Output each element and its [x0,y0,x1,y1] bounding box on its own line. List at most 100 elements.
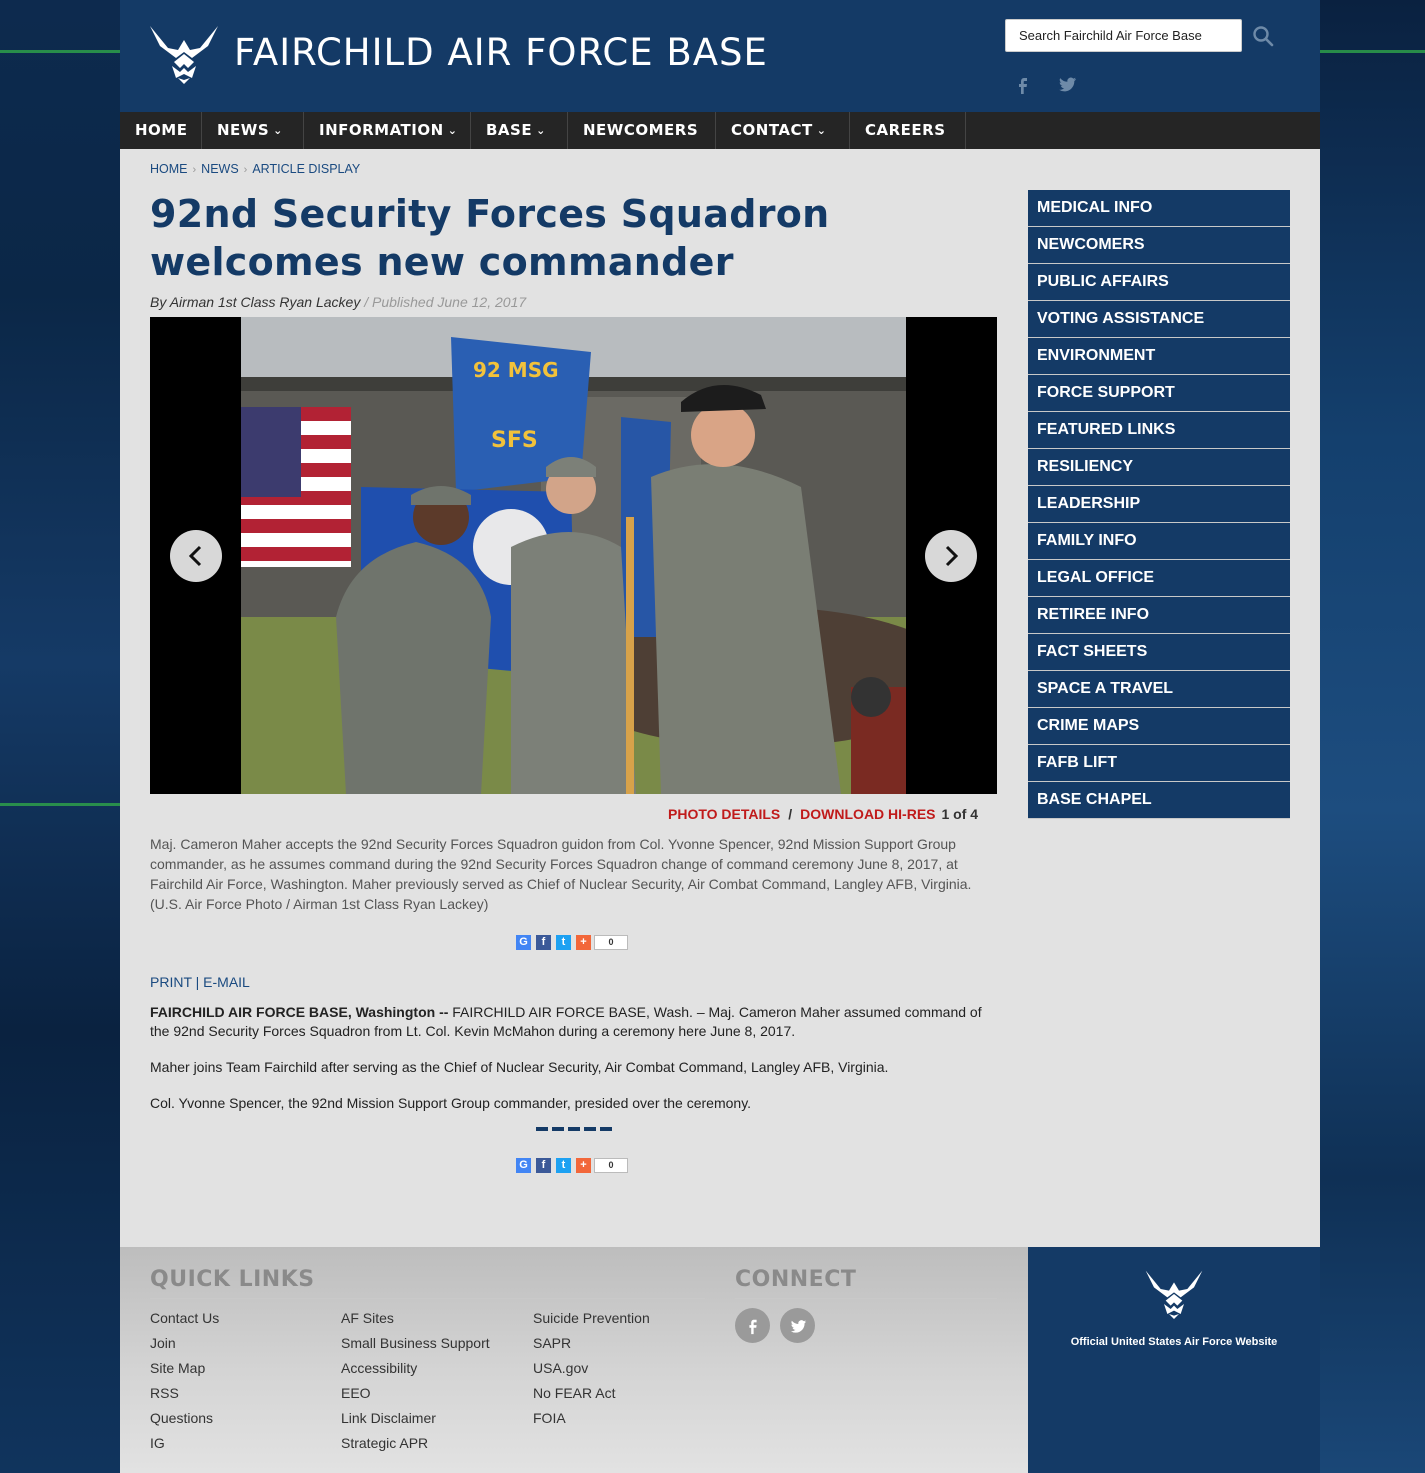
sidebar-item-crime-maps[interactable]: CRIME MAPS [1028,708,1290,745]
addthis-share-icon[interactable]: + [576,1157,591,1173]
background-stripe [0,803,120,806]
author: By Airman 1st Class Ryan Lackey [150,294,361,310]
nav-contact[interactable]: CONTACT ⌄ [716,112,850,149]
article-paragraph: Maher joins Team Fairchild after serving… [150,1059,889,1075]
carousel-prev-button[interactable] [170,530,222,582]
google-share-icon[interactable]: G [516,1157,531,1173]
sidebar-item-resiliency[interactable]: RESILIENCY [1028,449,1290,486]
email-link[interactable]: E-MAIL [203,974,250,990]
search-icon[interactable] [1252,25,1274,47]
nav-home[interactable]: HOME [120,112,202,149]
footer-link[interactable]: EEO [341,1384,490,1409]
footer-link[interactable]: FOIA [533,1409,650,1434]
footer-link[interactable]: Accessibility [341,1359,490,1384]
separator: / [788,806,793,822]
facebook-share-icon[interactable]: f [536,1157,551,1173]
share-bar: G f t + 0 [516,934,628,950]
sidebar-item-voting-assistance[interactable]: VOTING ASSISTANCE [1028,301,1290,338]
footer-link[interactable]: Questions [150,1409,219,1434]
twitter-share-icon[interactable]: t [556,1157,571,1173]
breadcrumb-current[interactable]: ARTICLE DISPLAY [252,162,360,176]
af-logo-icon[interactable] [1144,1267,1204,1321]
photo-caption: Maj. Cameron Maher accepts the 92nd Secu… [150,836,972,912]
photo-details-link[interactable]: PHOTO DETAILS [668,806,780,822]
sidebar-item-environment[interactable]: ENVIRONMENT [1028,338,1290,375]
nav-label: INFORMATION [319,121,444,139]
print-email-links: PRINT | E-MAIL [150,974,250,990]
footer-link[interactable]: Link Disclaimer [341,1409,490,1434]
article-end-divider [536,1127,616,1131]
sidebar-item-leadership[interactable]: LEADERSHIP [1028,486,1290,523]
quick-links-column: Contact Us Join Site Map RSS Questions I… [150,1309,219,1459]
nav-news[interactable]: NEWS ⌄ [202,112,304,149]
chevron-down-icon: ⌄ [536,124,546,137]
sidebar-item-medical-info[interactable]: MEDICAL INFO [1028,190,1290,227]
search-input[interactable]: Search Fairchild Air Force Base [1005,19,1242,52]
facebook-connect-button[interactable] [735,1308,770,1343]
footer-link[interactable]: IG [150,1434,219,1459]
footer-link[interactable]: Site Map [150,1359,219,1384]
photo-carousel: 92 MSG SFS [150,317,997,794]
footer-link[interactable]: USA.gov [533,1359,650,1384]
sidebar-item-public-affairs[interactable]: PUBLIC AFFAIRS [1028,264,1290,301]
breadcrumb-home[interactable]: HOME [150,162,188,176]
chevron-down-icon: ⌄ [447,124,458,137]
site-title[interactable]: FAIRCHILD AIR FORCE BASE [234,31,768,74]
nav-newcomers[interactable]: NEWCOMERS [568,112,716,149]
footer-link[interactable]: No FEAR Act [533,1384,650,1409]
footer-link[interactable]: Contact Us [150,1309,219,1334]
nav-base[interactable]: BASE ⌄ [471,112,568,149]
sidebar-item-retiree-info[interactable]: RETIREE INFO [1028,597,1290,634]
download-hires-link[interactable]: DOWNLOAD HI-RES [800,806,935,822]
carousel-next-button[interactable] [925,530,977,582]
chevron-down-icon: ⌄ [816,124,827,137]
nav-label: CAREERS [865,121,946,139]
sidebar-item-newcomers[interactable]: NEWCOMERS [1028,227,1290,264]
sidebar-item-fact-sheets[interactable]: FACT SHEETS [1028,634,1290,671]
sidebar-nav: MEDICAL INFO NEWCOMERS PUBLIC AFFAIRS VO… [1028,190,1290,819]
facebook-icon[interactable] [1013,74,1033,94]
quick-links-heading: QUICK LINKS [150,1267,315,1292]
breadcrumb-separator: › [243,164,248,176]
footer-link[interactable]: RSS [150,1384,219,1409]
dateline: FAIRCHILD AIR FORCE BASE, Washington -- [150,1004,449,1020]
print-link[interactable]: PRINT [150,974,192,990]
article-title: 92nd Security Forces Squadron welcomes n… [150,192,830,284]
af-logo-icon[interactable] [148,22,220,86]
breadcrumb-separator: › [192,164,197,176]
nav-label: CONTACT [731,121,813,139]
sidebar-item-fafb-lift[interactable]: FAFB LIFT [1028,745,1290,782]
twitter-icon[interactable] [1057,74,1077,94]
footer-link[interactable]: AF Sites [341,1309,490,1334]
nav-information[interactable]: INFORMATION ⌄ [304,112,471,149]
article-photo[interactable]: 92 MSG SFS [241,317,906,794]
background-left [0,0,120,1473]
article-paragraph: Col. Yvonne Spencer, the 92nd Mission Su… [150,1095,752,1111]
footer-link[interactable]: SAPR [533,1334,650,1359]
article-paragraph: FAIRCHILD AIR FORCE BASE, Washington -- … [150,1003,997,1041]
official-af-website-link[interactable]: Official United States Air Force Website [1028,1336,1320,1348]
chevron-left-icon [188,545,202,567]
sidebar-item-featured-links[interactable]: FEATURED LINKS [1028,412,1290,449]
sidebar-item-base-chapel[interactable]: BASE CHAPEL [1028,782,1290,819]
sidebar-item-space-a-travel[interactable]: SPACE A TRAVEL [1028,671,1290,708]
footer-link[interactable]: Suicide Prevention [533,1309,650,1334]
sidebar-item-legal-office[interactable]: LEGAL OFFICE [1028,560,1290,597]
facebook-icon [748,1319,757,1334]
sidebar-item-family-info[interactable]: FAMILY INFO [1028,523,1290,560]
google-share-icon[interactable]: G [516,934,531,950]
twitter-connect-button[interactable] [780,1308,815,1343]
photo-actions: PHOTO DETAILS / DOWNLOAD HI-RES 1 of 4 [668,806,978,822]
footer-link[interactable]: Small Business Support [341,1334,490,1359]
nav-careers[interactable]: CAREERS [850,112,966,149]
breadcrumb-news[interactable]: NEWS [201,162,239,176]
share-count: 0 [594,934,628,950]
facebook-share-icon[interactable]: f [536,934,551,950]
addthis-share-icon[interactable]: + [576,934,591,950]
sidebar-item-force-support[interactable]: FORCE SUPPORT [1028,375,1290,412]
breadcrumb: HOME › NEWS › ARTICLE DISPLAY [150,162,360,176]
twitter-share-icon[interactable]: t [556,934,571,950]
footer-link[interactable]: Strategic APR [341,1434,490,1459]
separator: | [195,974,200,990]
footer-link[interactable]: Join [150,1334,219,1359]
